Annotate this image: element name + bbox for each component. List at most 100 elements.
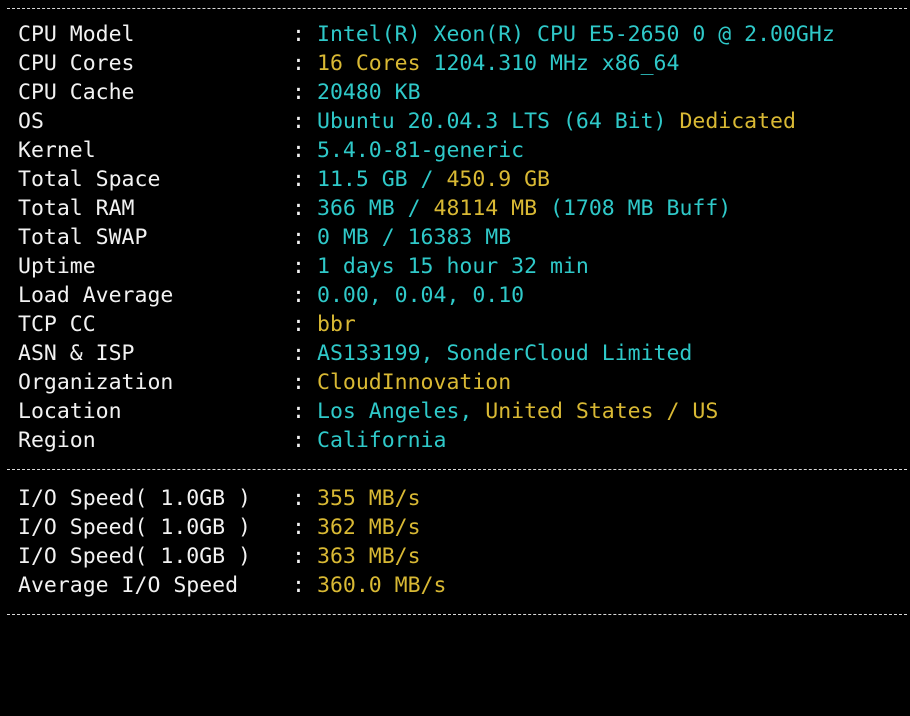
- row-label: Total SWAP: [18, 225, 148, 250]
- row-location: Location : Los Angeles, United States / …: [18, 397, 718, 426]
- separator-bottom: [7, 614, 907, 615]
- value-segment: AS133199, SonderCloud Limited: [317, 341, 693, 366]
- row-colon: :: [292, 109, 305, 134]
- row-io-speed-2: I/O Speed( 1.0GB ) : 362 MB/s: [18, 513, 421, 542]
- row-label: Location: [18, 399, 122, 424]
- row-cpu-cache: CPU Cache : 20480 KB: [18, 78, 421, 107]
- row-label: ASN & ISP: [18, 341, 135, 366]
- value-segment: bbr: [317, 312, 356, 337]
- value-segment: United States / US: [485, 399, 719, 424]
- separator-middle: [7, 469, 907, 470]
- row-colon: :: [292, 370, 305, 395]
- value-segment: 16 Cores: [317, 51, 421, 76]
- value-segment: 363 MB/s: [317, 544, 421, 569]
- row-value: 0 MB / 16383 MB: [317, 223, 511, 252]
- row-organization: Organization : CloudInnovation: [18, 368, 511, 397]
- row-value: AS133199, SonderCloud Limited: [317, 339, 692, 368]
- row-colon: :: [292, 544, 305, 569]
- row-total-swap: Total SWAP : 0 MB / 16383 MB: [18, 223, 511, 252]
- row-label: CPU Cache: [18, 80, 135, 105]
- row-colon: :: [292, 254, 305, 279]
- row-colon: :: [292, 515, 305, 540]
- value-segment: Intel(R) Xeon(R) CPU E5-2650 0 @ 2.00GHz: [317, 22, 835, 47]
- row-colon: :: [292, 196, 305, 221]
- value-segment: Los Angeles,: [317, 399, 486, 424]
- row-colon: :: [292, 138, 305, 163]
- row-label: Organization: [18, 370, 174, 395]
- row-label: Load Average: [18, 283, 174, 308]
- row-value: 1 days 15 hour 32 min: [317, 252, 589, 281]
- value-segment: Ubuntu 20.04.3 LTS (64 Bit): [317, 109, 667, 134]
- value-segment: 355 MB/s: [317, 486, 421, 511]
- row-colon: :: [292, 80, 305, 105]
- row-value: 362 MB/s: [317, 513, 421, 542]
- row-load-average: Load Average : 0.00, 0.04, 0.10: [18, 281, 524, 310]
- row-colon: :: [292, 428, 305, 453]
- value-segment: Dedicated: [666, 109, 796, 134]
- row-colon: :: [292, 312, 305, 337]
- value-segment: 1204.310 MHz x86_64: [420, 51, 680, 76]
- row-label: Total RAM: [18, 196, 135, 221]
- row-label: TCP CC: [18, 312, 96, 337]
- row-label: CPU Model: [18, 22, 135, 47]
- row-label: Uptime: [18, 254, 96, 279]
- row-value: 16 Cores 1204.310 MHz x86_64: [317, 49, 679, 78]
- row-value: 360.0 MB/s: [317, 571, 446, 600]
- row-cpu-model: CPU Model : Intel(R) Xeon(R) CPU E5-2650…: [18, 20, 835, 49]
- row-value: 363 MB/s: [317, 542, 421, 571]
- row-label: I/O Speed( 1.0GB ): [18, 544, 251, 569]
- row-io-speed-3: I/O Speed( 1.0GB ) : 363 MB/s: [18, 542, 421, 571]
- row-region: Region : California: [18, 426, 446, 455]
- value-segment: 360.0 MB/s: [317, 573, 447, 598]
- value-segment: 362 MB/s: [317, 515, 421, 540]
- row-cpu-cores: CPU Cores : 16 Cores 1204.310 MHz x86_64: [18, 49, 679, 78]
- row-label: I/O Speed( 1.0GB ): [18, 486, 251, 511]
- row-value: 5.4.0-81-generic: [317, 136, 524, 165]
- row-label: OS: [18, 109, 44, 134]
- row-colon: :: [292, 283, 305, 308]
- row-value: 20480 KB: [317, 78, 421, 107]
- value-segment: CloudInnovation: [317, 370, 512, 395]
- value-segment: 48114 MB: [433, 196, 538, 221]
- row-value: Intel(R) Xeon(R) CPU E5-2650 0 @ 2.00GHz: [317, 20, 835, 49]
- row-label: Region: [18, 428, 96, 453]
- row-value: CloudInnovation: [317, 368, 511, 397]
- row-label: I/O Speed( 1.0GB ): [18, 515, 251, 540]
- row-value: 0.00, 0.04, 0.10: [317, 281, 524, 310]
- row-label: Average I/O Speed: [18, 573, 239, 598]
- row-tcp-cc: TCP CC : bbr: [18, 310, 356, 339]
- row-value: Los Angeles, United States / US: [317, 397, 718, 426]
- row-os: OS : Ubuntu 20.04.3 LTS (64 Bit) Dedicat…: [18, 107, 796, 136]
- row-colon: :: [292, 399, 305, 424]
- row-value: Ubuntu 20.04.3 LTS (64 Bit) Dedicated: [317, 107, 796, 136]
- value-segment: 11.5 GB /: [317, 167, 447, 192]
- value-segment: 20480 KB: [317, 80, 421, 105]
- row-average-io-speed: Average I/O Speed : 360.0 MB/s: [18, 571, 446, 600]
- row-value: bbr: [317, 310, 356, 339]
- terminal-window: CPU Model : Intel(R) Xeon(R) CPU E5-2650…: [0, 0, 910, 622]
- separator-top: [7, 8, 907, 9]
- value-segment: (1708 MB Buff): [537, 196, 732, 221]
- row-asn-isp: ASN & ISP : AS133199, SonderCloud Limite…: [18, 339, 692, 368]
- row-colon: :: [292, 341, 305, 366]
- value-segment: 5.4.0-81-generic: [317, 138, 525, 163]
- row-colon: :: [292, 167, 305, 192]
- row-colon: :: [292, 225, 305, 250]
- row-colon: :: [292, 51, 305, 76]
- value-segment: California: [317, 428, 447, 453]
- row-value: California: [317, 426, 446, 455]
- value-segment: 366 MB /: [317, 196, 434, 221]
- row-colon: :: [292, 486, 305, 511]
- row-total-ram: Total RAM : 366 MB / 48114 MB (1708 MB B…: [18, 194, 731, 223]
- row-uptime: Uptime : 1 days 15 hour 32 min: [18, 252, 589, 281]
- row-io-speed-1: I/O Speed( 1.0GB ) : 355 MB/s: [18, 484, 421, 513]
- row-value: 355 MB/s: [317, 484, 421, 513]
- row-label: Kernel: [18, 138, 96, 163]
- row-label: Total Space: [18, 167, 161, 192]
- row-value: 11.5 GB / 450.9 GB: [317, 165, 550, 194]
- row-label: CPU Cores: [18, 51, 135, 76]
- value-segment: 0 MB / 16383 MB: [317, 225, 512, 250]
- row-value: 366 MB / 48114 MB (1708 MB Buff): [317, 194, 731, 223]
- row-colon: :: [292, 22, 305, 47]
- value-segment: 1 days 15 hour 32 min: [317, 254, 589, 279]
